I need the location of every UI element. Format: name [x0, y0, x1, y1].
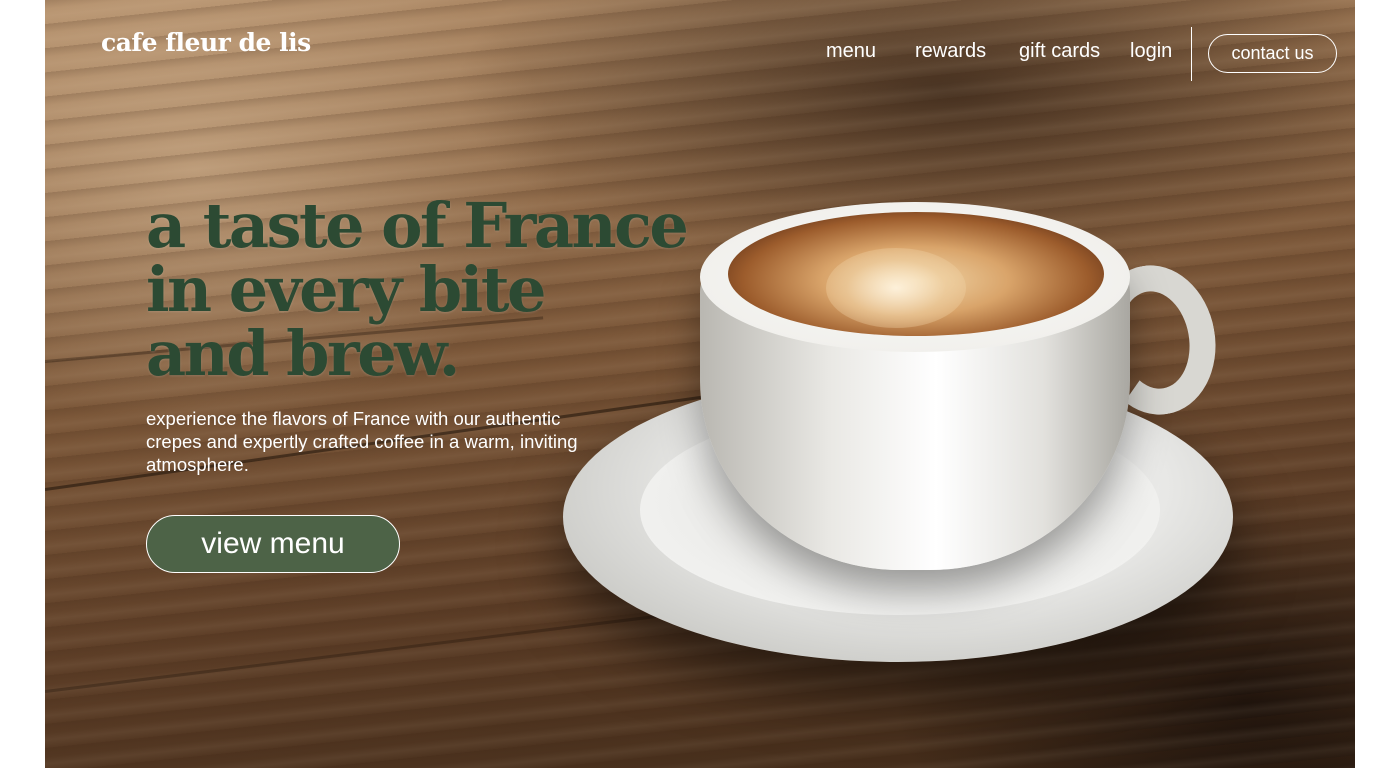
view-menu-button[interactable]: view menu: [146, 515, 400, 573]
headline-line: a taste of France: [146, 189, 689, 262]
headline-line: and brew.: [146, 317, 460, 390]
hero-headline: a taste of France in every bite and brew…: [146, 194, 706, 386]
wood-plank-seam: [45, 604, 740, 693]
hero-subtext: experience the flavors of France with ou…: [146, 408, 578, 475]
headline-line: in every bite: [146, 253, 546, 326]
nav-item-gift-cards[interactable]: gift cards: [1019, 40, 1100, 63]
nav-divider: [1191, 27, 1192, 81]
latte-art: [826, 248, 966, 328]
nav-item-menu[interactable]: menu: [826, 40, 876, 63]
contact-us-button[interactable]: contact us: [1208, 34, 1337, 73]
brand-logo[interactable]: cafe fleur de lis: [101, 28, 311, 57]
nav-item-login[interactable]: login: [1130, 40, 1172, 63]
nav-item-rewards[interactable]: rewards: [915, 40, 986, 63]
